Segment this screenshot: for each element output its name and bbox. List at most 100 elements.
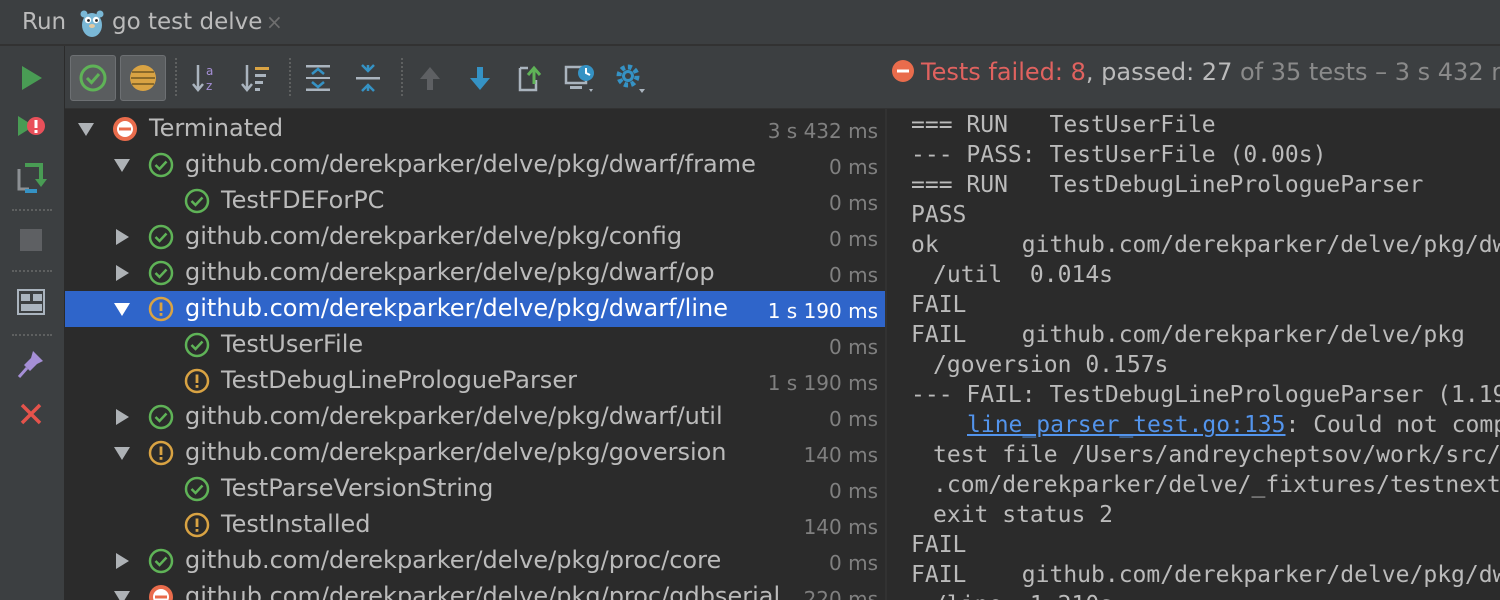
test-tree-row[interactable]: github.com/derekparker/delve/pkg/dwarf/f…	[65, 147, 885, 183]
test-name: github.com/derekparker/delve/pkg/dwarf/u…	[185, 402, 723, 430]
test-tree-row[interactable]: github.com/derekparker/delve/pkg/proc/co…	[65, 543, 885, 579]
test-duration: 0 ms	[829, 335, 878, 359]
close-icon[interactable]	[11, 394, 51, 434]
test-status-summary: Tests failed: 8, passed: 27 of 35 tests …	[891, 58, 1500, 89]
console-line: line_parser_test.go:135: Could not compi…	[967, 412, 1500, 442]
console-text: PASS	[911, 202, 967, 228]
rerun-failed-icon[interactable]	[11, 108, 51, 148]
passed-icon	[148, 224, 174, 250]
test-name: TestInstalled	[221, 510, 371, 538]
sort-by-duration-icon[interactable]	[233, 55, 279, 101]
test-tree-row[interactable]: TestFDEForPC 0 ms	[65, 183, 885, 219]
test-duration: 140 ms	[803, 443, 878, 467]
test-history-icon[interactable]	[557, 55, 603, 101]
test-duration: 0 ms	[829, 191, 878, 215]
svg-text:a: a	[206, 64, 213, 78]
passed-icon	[184, 188, 210, 214]
source-link[interactable]: line_parser_test.go:135	[967, 412, 1286, 438]
run-tab-title[interactable]: go test delve	[112, 9, 262, 35]
collapse-all-icon[interactable]	[345, 55, 391, 101]
sort-alphabetically-icon[interactable]: a z	[183, 55, 229, 101]
collapsed-arrow-icon[interactable]	[113, 228, 131, 246]
next-failed-icon[interactable]	[457, 55, 503, 101]
tests-total-text: of 35 tests – 3 s 432 ms	[1232, 58, 1500, 86]
rerun-icon[interactable]	[11, 58, 51, 98]
console-line: FAIL	[911, 532, 966, 562]
test-tree-row[interactable]: TestDebugLinePrologueParser 1 s 190 ms	[65, 363, 885, 399]
layout-icon[interactable]	[11, 282, 51, 322]
toggle-auto-test-icon[interactable]	[11, 158, 51, 198]
show-ignored-icon[interactable]	[120, 55, 166, 101]
console-text: ok github.com/derekparker/delve/pkg/dwar…	[911, 232, 1500, 258]
terminated-icon	[148, 584, 174, 600]
close-tab-icon[interactable]: ×	[266, 10, 283, 34]
test-results-tree[interactable]: Terminated 3 s 432 ms github.com/derekpark…	[65, 109, 885, 600]
console-text: /util 0.014s	[933, 262, 1114, 288]
console-line: FAIL	[911, 292, 966, 322]
console-line: FAIL github.com/derekparker/delve/pkg	[911, 322, 1465, 352]
test-duration: 1 s 190 ms	[767, 299, 878, 323]
expanded-arrow-icon[interactable]	[113, 156, 131, 174]
console-text: === RUN TestDebugLinePrologueParser	[911, 172, 1424, 198]
test-tree-row[interactable]: github.com/derekparker/delve/pkg/config 0…	[65, 219, 885, 255]
console-line: PASS	[911, 202, 966, 232]
test-tree-row[interactable]: TestInstalled 140 ms	[65, 507, 885, 543]
test-duration: 0 ms	[829, 551, 878, 575]
test-tree-row[interactable]: github.com/derekparker/delve/pkg/dwarf/o…	[65, 255, 885, 291]
console-text: --- FAIL: TestDebugLinePrologueParser (1…	[911, 382, 1500, 408]
console-text: --- PASS: TestUserFile (0.00s)	[911, 142, 1327, 168]
console-text: FAIL	[911, 292, 967, 318]
show-passed-icon[interactable]	[70, 55, 116, 101]
failed-icon	[148, 296, 174, 322]
test-tree-row[interactable]: Terminated 3 s 432 ms	[65, 111, 885, 147]
console-text: FAIL	[911, 532, 967, 558]
expanded-arrow-icon[interactable]	[77, 120, 95, 138]
pin-icon[interactable]	[11, 344, 51, 384]
test-tree-row[interactable]: github.com/derekparker/delve/pkg/goversi…	[65, 435, 885, 471]
test-tree-row[interactable]: github.com/derekparker/delve/pkg/dwarf/l…	[65, 291, 885, 327]
expanded-arrow-icon[interactable]	[113, 444, 131, 462]
console-text: .com/derekparker/delve/_fixtures/testnex…	[933, 472, 1500, 498]
test-tree-row[interactable]: TestUserFile 0 ms	[65, 327, 885, 363]
test-duration: 0 ms	[829, 407, 878, 431]
collapsed-arrow-icon[interactable]	[113, 552, 131, 570]
test-tree-row[interactable]: github.com/derekparker/delve/pkg/proc/gd…	[65, 579, 885, 600]
passed-icon	[148, 404, 174, 430]
run-tool-window-title: Run	[22, 9, 67, 35]
terminated-icon	[112, 116, 138, 142]
test-results-toolbar: a z Tests failed: 8, passed: 27 of 35 te…	[65, 46, 1500, 109]
test-name: github.com/derekparker/delve/pkg/dwarf/l…	[185, 294, 728, 322]
test-duration: 0 ms	[829, 263, 878, 287]
collapsed-arrow-icon[interactable]	[113, 264, 131, 282]
expand-all-icon[interactable]	[295, 55, 341, 101]
collapsed-arrow-icon[interactable]	[113, 408, 131, 426]
console-line: ok github.com/derekparker/delve/pkg/dwar…	[911, 232, 1500, 262]
console-line: --- FAIL: TestDebugLinePrologueParser (1…	[911, 382, 1500, 412]
export-results-icon[interactable]	[507, 55, 553, 101]
test-name: Terminated	[149, 114, 284, 142]
test-tree-row[interactable]: TestParseVersionString 0 ms	[65, 471, 885, 507]
settings-icon[interactable]	[607, 55, 653, 101]
console-output[interactable]: === RUN TestUserFile --- PASS: TestUserFi…	[887, 109, 1500, 600]
console-line: .com/derekparker/delve/_fixtures/testnex…	[933, 472, 1500, 502]
expanded-arrow-icon[interactable]	[113, 300, 131, 318]
console-text: test file /Users/andreycheptsov/work/src…	[933, 442, 1500, 468]
passed-icon	[148, 548, 174, 574]
console-text: /line 1.210s	[933, 592, 1113, 600]
expanded-arrow-icon[interactable]	[113, 588, 131, 600]
console-line: test file /Users/andreycheptsov/work/src…	[933, 442, 1500, 472]
passed-icon	[184, 332, 210, 358]
failed-icon	[148, 440, 174, 466]
tests-passed-text: , passed: 27	[1085, 58, 1233, 86]
failed-icon	[184, 512, 210, 538]
test-name: github.com/derekparker/delve/pkg/goversi…	[185, 438, 727, 466]
stop-icon[interactable]	[11, 220, 51, 260]
console-line: exit status 2	[933, 502, 1113, 532]
test-name: TestParseVersionString	[221, 474, 494, 502]
test-tree-row[interactable]: github.com/derekparker/delve/pkg/dwarf/u…	[65, 399, 885, 435]
tool-window-header: Run go test delve ×	[0, 0, 1500, 46]
previous-failed-icon[interactable]	[407, 55, 453, 101]
test-name: github.com/derekparker/delve/pkg/dwarf/f…	[185, 150, 756, 178]
console-line: --- PASS: TestUserFile (0.00s)	[911, 142, 1326, 172]
console-text: FAIL github.com/derekparker/delve/pkg/dw…	[911, 562, 1500, 588]
